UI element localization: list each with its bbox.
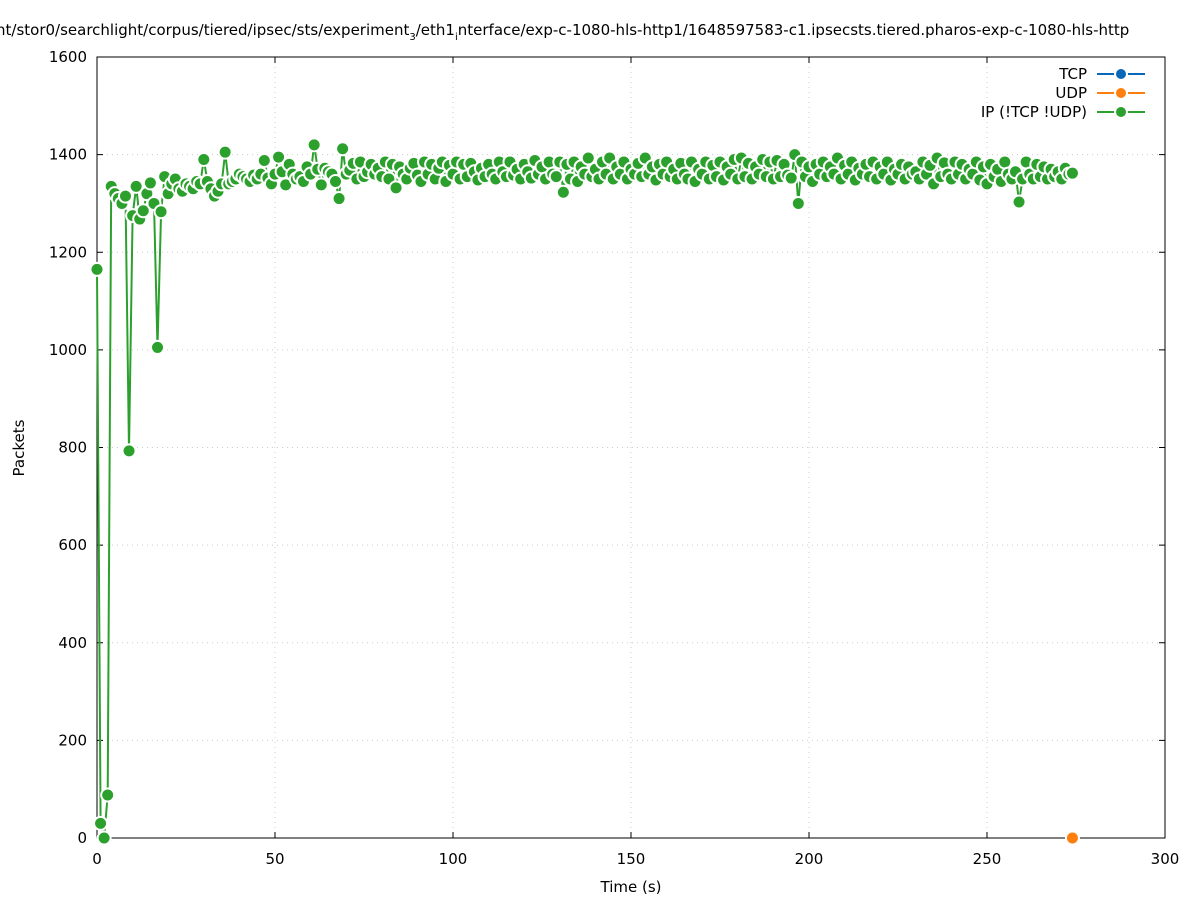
data-point [121, 443, 137, 459]
data-point [335, 141, 351, 157]
legend-marker [1114, 105, 1128, 119]
data-point [153, 204, 169, 220]
data-point [548, 169, 564, 185]
legend-label: UDP [1055, 84, 1087, 102]
data-point [89, 261, 105, 277]
data-point [555, 184, 571, 200]
y-tick-label: 1600 [49, 48, 87, 66]
data-point [196, 152, 212, 168]
data-point [217, 144, 233, 160]
y-tick-label: 200 [58, 731, 87, 749]
y-axis-label: Packets [10, 419, 28, 476]
data-point [997, 154, 1013, 170]
data-point [783, 170, 799, 186]
packets-chart: nt/stor0/searchlight/corpus/tiered/ipsec… [0, 21, 1180, 896]
x-tick-label: 200 [795, 850, 824, 868]
y-tick-label: 1000 [49, 341, 87, 359]
legend: TCPUDPIP (!TCP !UDP) [981, 65, 1145, 121]
legend-marker [1114, 86, 1128, 100]
legend-marker [1114, 67, 1128, 81]
data-point [1064, 830, 1080, 846]
y-tick-label: 800 [58, 439, 87, 457]
x-tick-label: 100 [439, 850, 468, 868]
series-line [96, 144, 1073, 839]
data-point [306, 137, 322, 153]
data-point [100, 787, 116, 803]
data-point [256, 152, 272, 168]
data-point [790, 195, 806, 211]
plot-area [89, 137, 1080, 846]
data-point [331, 191, 347, 207]
data-point [117, 188, 133, 204]
y-tick-label: 1400 [49, 146, 87, 164]
data-point [142, 175, 158, 191]
chart-title: nt/stor0/searchlight/corpus/tiered/ipsec… [0, 21, 1129, 43]
y-tick-label: 400 [58, 634, 87, 652]
x-tick-label: 150 [617, 850, 646, 868]
data-point [150, 339, 166, 355]
data-point [313, 177, 329, 193]
y-tick-label: 600 [58, 536, 87, 554]
legend-label: IP (!TCP !UDP) [981, 103, 1087, 121]
data-point [96, 830, 112, 846]
y-tick-label: 1200 [49, 243, 87, 261]
x-tick-label: 50 [265, 850, 284, 868]
data-point [1011, 194, 1027, 210]
x-tick-label: 0 [92, 850, 102, 868]
data-point [1064, 165, 1080, 181]
data-point [93, 815, 109, 831]
y-tick-label: 0 [77, 829, 87, 847]
legend-label: TCP [1058, 65, 1087, 83]
x-tick-label: 250 [973, 850, 1002, 868]
x-axis-label: Time (s) [600, 878, 662, 896]
x-tick-label: 300 [1151, 850, 1180, 868]
